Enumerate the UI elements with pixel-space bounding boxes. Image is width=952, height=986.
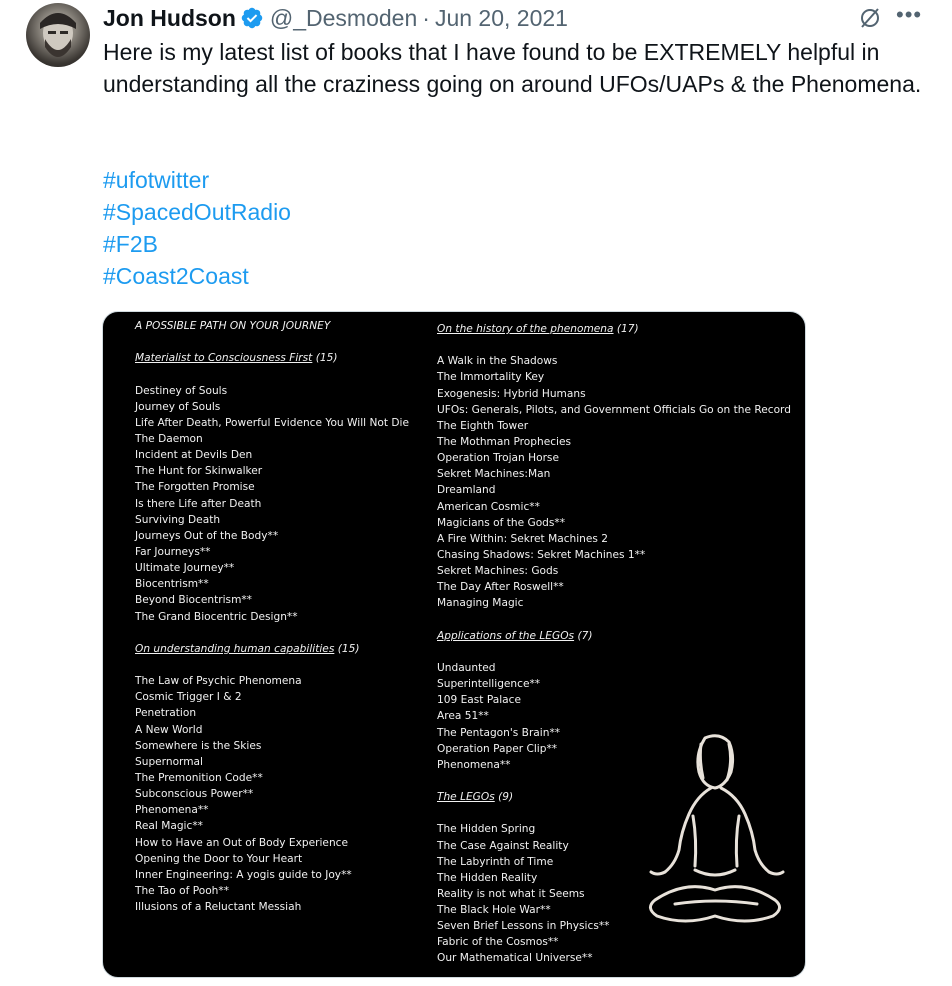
- book-title: A Fire Within: Sekret Machines 2: [437, 532, 609, 545]
- book-title: The Tao of Pooh**: [135, 884, 229, 897]
- book-title: Subconscious Power**: [135, 788, 254, 801]
- meditating-figure-illustration: [649, 734, 785, 923]
- book-title: Cosmic Trigger I & 2: [135, 691, 242, 704]
- book-title: Area 51**: [437, 710, 489, 723]
- book-title: Dreamland: [437, 484, 496, 497]
- book-title: Illusions of a Reluctant Messiah: [135, 901, 302, 914]
- tweet-body: Here is my latest list of books that I h…: [103, 39, 922, 97]
- book-title: The Immortality Key: [437, 371, 545, 384]
- book-title: Magicians of the Gods**: [437, 516, 566, 529]
- user-avatar: [40, 13, 76, 57]
- book-title: Undaunted: [437, 661, 496, 674]
- book-title: American Cosmic**: [437, 500, 540, 513]
- book-title: Life After Death, Powerful Evidence You …: [135, 416, 410, 429]
- book-title: Operation Trojan Horse: [437, 452, 559, 465]
- book-title: Sekret Machines:Man: [437, 468, 551, 481]
- section-heading: On the history of the phenomena (17): [437, 323, 639, 335]
- book-title: Inner Engineering: A yogis guide to Joy*…: [135, 868, 352, 881]
- book-title: Beyond Biocentrism**: [135, 594, 252, 607]
- grok-slash-icon[interactable]: [858, 6, 882, 30]
- hashtag-link[interactable]: #F2B: [103, 228, 291, 260]
- book-title: A New World: [135, 723, 203, 736]
- hashtag-link[interactable]: #Coast2Coast: [103, 260, 291, 292]
- author-name[interactable]: Jon Hudson: [103, 5, 236, 32]
- book-title: Real Magic**: [135, 820, 203, 833]
- section-heading: On understanding human capabilities (15): [135, 642, 360, 655]
- separator-dot: ·: [422, 4, 430, 31]
- book-title: The Forgotten Promise: [135, 481, 255, 494]
- book-title: Is there Life after Death: [135, 497, 262, 510]
- book-title: The Mothman Prophecies: [437, 435, 572, 448]
- book-title: Chasing Shadows: Sekret Machines 1**: [437, 548, 646, 561]
- book-title: Somewhere is the Skies: [135, 739, 262, 752]
- book-title: The Daemon: [135, 432, 203, 445]
- verified-badge-icon: [241, 7, 263, 29]
- book-title: UFOs: Generals, Pilots, and Government O…: [437, 403, 791, 416]
- book-title: How to Have an Out of Body Experience: [135, 836, 349, 849]
- book-title: Opening the Door to Your Heart: [135, 852, 303, 865]
- book-title: The Day After Roswell**: [437, 581, 564, 594]
- book-title: Supernormal: [135, 755, 203, 768]
- book-title: Our Mathematical Universe**: [437, 952, 593, 965]
- book-title: Journeys Out of the Body**: [135, 529, 279, 542]
- book-title: Penetration: [135, 707, 197, 720]
- book-title: Superintelligence**: [437, 678, 541, 691]
- book-title: Ultimate Journey**: [135, 562, 235, 575]
- book-title: Managing Magic: [437, 597, 524, 610]
- section-heading: Materialist to Consciousness First (15): [135, 352, 338, 365]
- book-title: A Walk in the Shadows: [437, 355, 558, 368]
- tweet-date[interactable]: Jun 20, 2021: [435, 5, 568, 32]
- image-title: A POSSIBLE PATH ON YOUR JOURNEY: [135, 320, 331, 332]
- book-title: The Eighth Tower: [437, 419, 529, 432]
- book-title: Incident at Devils Den: [135, 449, 253, 462]
- book-title: Journey of Souls: [135, 400, 221, 413]
- hashtag-link[interactable]: #ufotwitter: [103, 164, 291, 196]
- book-title: 109 East Palace: [437, 694, 521, 707]
- section-heading: Applications of the LEGOs (7): [437, 629, 593, 642]
- image-left-column: A POSSIBLE PATH ON YOUR JOURNEY Material…: [135, 318, 409, 915]
- tweet-text: Here is my latest list of books that I h…: [103, 36, 933, 100]
- hashtag-list: #ufotwitter #SpacedOutRadio #F2B #Coast2…: [103, 164, 291, 292]
- hashtag-link[interactable]: #SpacedOutRadio: [103, 196, 291, 228]
- book-title: Destiney of Souls: [135, 384, 228, 397]
- tweet-header: Jon Hudson @_Desmoden · Jun 20, 2021: [103, 4, 568, 32]
- book-title: Phenomena**: [135, 804, 209, 817]
- book-title: The Grand Biocentric Design**: [135, 610, 298, 623]
- book-title: Surviving Death: [135, 513, 221, 526]
- author-handle[interactable]: @_Desmoden: [270, 5, 417, 32]
- book-title: The Law of Psychic Phenomena: [135, 675, 302, 688]
- author-avatar[interactable]: [26, 3, 90, 67]
- book-title: Sekret Machines: Gods: [437, 565, 559, 578]
- tweet-image[interactable]: A POSSIBLE PATH ON YOUR JOURNEY Material…: [102, 311, 806, 978]
- book-title: Exogenesis: Hybrid Humans: [437, 387, 586, 400]
- book-title: The Premonition Code**: [135, 771, 263, 784]
- book-title: Biocentrism**: [135, 578, 209, 591]
- book-title: Fabric of the Cosmos**: [437, 936, 559, 949]
- book-title: Far Journeys**: [135, 545, 211, 558]
- book-title: The Hunt for Skinwalker: [135, 465, 263, 478]
- more-options-button[interactable]: •••: [896, 2, 922, 28]
